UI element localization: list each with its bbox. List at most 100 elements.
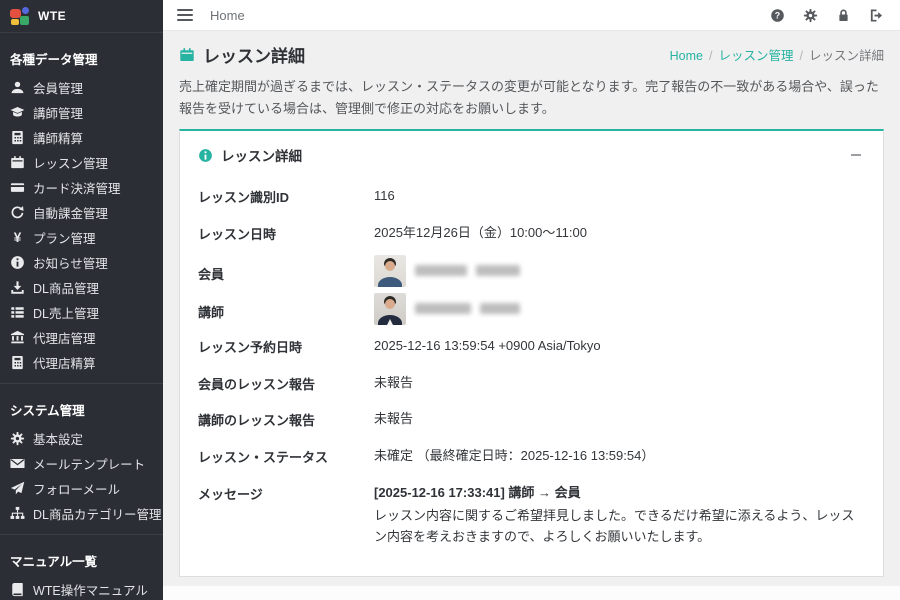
sidebar-item-label: メールテンプレート: [33, 454, 145, 473]
sidebar-item-agency-settlement[interactable]: 代理店精算: [0, 350, 163, 375]
lesson-detail-panel: レッスン詳細 レッスン識別ID 116 レッスン日時 2025年12月26日（金…: [179, 129, 884, 577]
main-area: Home ? レッスン詳細 Home / レッスン管理 / レッスン詳細: [163, 0, 900, 600]
minus-icon: [851, 154, 861, 156]
topbar: Home ?: [163, 0, 900, 31]
gear-icon: [10, 431, 25, 446]
calculator-icon: [10, 130, 25, 145]
sidebar-item-wte-manual[interactable]: WTE操作マニュアル: [0, 577, 163, 600]
app-logo[interactable]: WTE: [0, 0, 163, 33]
sidebar-item-members[interactable]: 会員管理: [0, 75, 163, 100]
row-label: 会員のレッスン報告: [198, 373, 374, 394]
sidebar-item-label: レッスン管理: [33, 153, 108, 172]
settings-icon: [803, 8, 818, 23]
calendar-icon: [179, 47, 195, 63]
bank-icon: [10, 330, 25, 345]
help-icon: ?: [770, 8, 785, 23]
row-value: 116: [374, 186, 395, 207]
row-label: レッスン識別ID: [198, 186, 374, 207]
sidebar-item-instructors[interactable]: 講師管理: [0, 100, 163, 125]
breadcrumb-separator: /: [800, 49, 803, 63]
page-title: レッスン詳細: [179, 42, 305, 67]
page-title-text: レッスン詳細: [203, 42, 305, 67]
breadcrumb-separator: /: [709, 49, 712, 63]
panel-title: レッスン詳細: [221, 145, 302, 165]
row-value: [374, 293, 520, 325]
graduation-cap-icon: [10, 105, 25, 120]
sidebar: WTE 各種データ管理 会員管理 講師管理 講師精算 レッスン管理 カード決済管…: [0, 0, 163, 600]
row-value: 未報告: [374, 373, 413, 394]
sidebar-item-card-payments[interactable]: カード決済管理: [0, 175, 163, 200]
sign-out-icon: [869, 8, 884, 23]
page-head: レッスン詳細 Home/レッスン管理/レッスン詳細: [179, 42, 884, 67]
instructor-avatar: [374, 293, 406, 325]
sidebar-item-label: お知らせ管理: [33, 253, 108, 272]
content-footer: [163, 585, 900, 600]
sidebar-item-basic-settings[interactable]: 基本設定: [0, 426, 163, 451]
row-value: 未確定 （最終確定日時：2025-12-16 13:59:54）: [374, 446, 654, 467]
sidebar-item-instructor-settlement[interactable]: 講師精算: [0, 125, 163, 150]
row-label: レッスン日時: [198, 223, 374, 244]
sidebar-item-dl-categories[interactable]: DL商品カテゴリー管理: [0, 501, 163, 526]
instructor-link[interactable]: [374, 293, 520, 325]
svg-text:?: ?: [774, 10, 779, 20]
row-value: 2025-12-16 13:59:54 +0900 Asia/Tokyo: [374, 336, 601, 357]
info-circle-icon: [198, 148, 213, 163]
sidebar-item-follow-mail[interactable]: フォローメール: [0, 476, 163, 501]
row-value: 未報告: [374, 409, 413, 430]
sidebar-item-label: DL商品カテゴリー管理: [33, 504, 161, 523]
member-link[interactable]: [374, 255, 520, 287]
row-reserved-at: レッスン予約日時 2025-12-16 13:59:54 +0900 Asia/…: [194, 328, 869, 365]
sitemap-icon: [10, 506, 25, 521]
row-member: 会員: [194, 252, 869, 290]
row-lesson-datetime: レッスン日時 2025年12月26日（金）10:00〜11:00: [194, 215, 869, 252]
sidebar-item-label: 基本設定: [33, 429, 83, 448]
member-avatar: [374, 255, 406, 287]
sidebar-nav: 各種データ管理 会員管理 講師管理 講師精算 レッスン管理 カード決済管理 自動…: [0, 33, 163, 600]
breadcrumb-lesson-management[interactable]: レッスン管理: [718, 49, 793, 63]
row-label: レッスン予約日時: [198, 336, 374, 357]
sidebar-item-label: プラン管理: [33, 228, 96, 247]
refresh-icon: [10, 205, 25, 220]
row-label: 会員: [198, 255, 374, 287]
page-content: レッスン詳細 Home/レッスン管理/レッスン詳細 売上確定期間が過ぎるまでは、…: [163, 31, 900, 600]
sidebar-item-label: 講師管理: [33, 103, 83, 122]
sidebar-item-label: 会員管理: [33, 78, 83, 97]
wte-logo-icon: [10, 7, 30, 26]
credit-card-icon: [10, 180, 25, 195]
sidebar-section-header-manual: マニュアル一覧: [0, 543, 163, 577]
row-instructor-report: 講師のレッスン報告 未報告: [194, 401, 869, 438]
collapse-button[interactable]: [847, 148, 865, 162]
sidebar-item-mail-templates[interactable]: メールテンプレート: [0, 451, 163, 476]
breadcrumb-home[interactable]: Home: [670, 49, 703, 63]
sidebar-item-label: 自動課金管理: [33, 203, 108, 222]
sidebar-item-agencies[interactable]: 代理店管理: [0, 325, 163, 350]
sidebar-item-dl-sales[interactable]: DL売上管理: [0, 300, 163, 325]
calendar-icon: [10, 155, 25, 170]
sidebar-item-label: 講師精算: [33, 128, 83, 147]
sidebar-item-auto-billing[interactable]: 自動課金管理: [0, 200, 163, 225]
sidebar-item-lessons[interactable]: レッスン管理: [0, 150, 163, 175]
row-value: [374, 255, 520, 287]
sidebar-item-dl-products[interactable]: DL商品管理: [0, 275, 163, 300]
lock-button[interactable]: [833, 5, 853, 25]
row-label: メッセージ: [198, 483, 374, 548]
row-lesson-id: レッスン識別ID 116: [194, 178, 869, 215]
lock-icon: [836, 8, 851, 23]
row-lesson-status: レッスン・ステータス 未確定 （最終確定日時：2025-12-16 13:59:…: [194, 438, 869, 475]
app-logo-text: WTE: [38, 9, 66, 23]
sidebar-item-label: WTE操作マニュアル: [33, 580, 148, 599]
logout-button[interactable]: [866, 5, 886, 25]
sidebar-item-notices[interactable]: お知らせ管理: [0, 250, 163, 275]
settings-button[interactable]: [800, 5, 820, 25]
download-icon: [10, 280, 25, 295]
row-value: [2025-12-16 17:33:41] 講師 → 会員 レッスン内容に関する…: [374, 483, 865, 548]
topbar-icons: ?: [767, 5, 886, 25]
yen-icon: [10, 230, 25, 245]
sidebar-item-plans[interactable]: プラン管理: [0, 225, 163, 250]
row-member-report: 会員のレッスン報告 未報告: [194, 365, 869, 402]
row-value: 2025年12月26日（金）10:00〜11:00: [374, 223, 587, 244]
help-button[interactable]: ?: [767, 5, 787, 25]
menu-toggle-button[interactable]: [177, 6, 193, 24]
paper-plane-icon: [10, 481, 25, 496]
row-label: レッスン・ステータス: [198, 446, 374, 467]
